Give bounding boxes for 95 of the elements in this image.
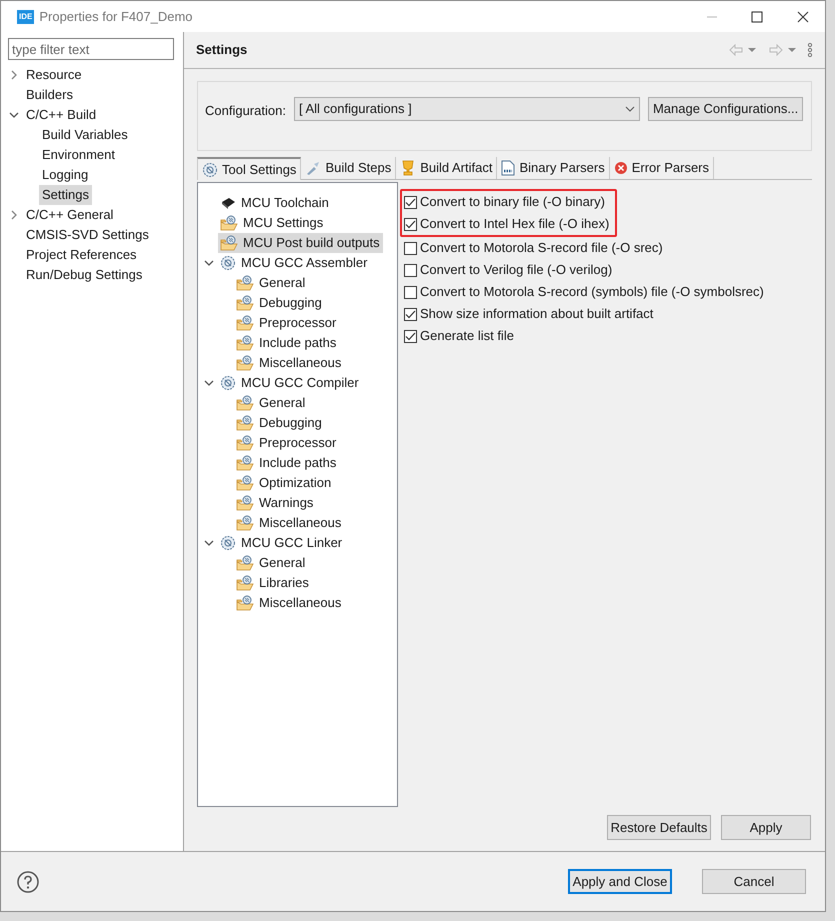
checkbox-label: Convert to Verilog file (-O verilog) <box>420 261 612 280</box>
checkbox[interactable] <box>404 286 417 298</box>
tree-item[interactable]: Settings <box>39 185 92 205</box>
dialog-button[interactable]: Apply <box>721 815 811 840</box>
folder-gear-icon <box>236 315 254 331</box>
gear-icon <box>220 535 236 551</box>
tree-item[interactable]: Project References <box>23 245 140 265</box>
tree-item[interactable]: C/C++ General <box>23 205 116 225</box>
folder-gear-icon <box>236 455 254 471</box>
binary-file-icon <box>501 160 516 176</box>
checkbox-label: Convert to Intel Hex file (-O ihex) <box>420 215 610 234</box>
brush-icon <box>305 160 322 176</box>
dialog-button[interactable]: Cancel <box>702 869 806 894</box>
checkbox-label: Convert to binary file (-O binary) <box>420 193 605 212</box>
tree-item[interactable]: Include paths <box>234 333 340 353</box>
close-icon[interactable] <box>797 10 809 22</box>
check-icon <box>405 332 416 340</box>
error-icon <box>614 161 628 175</box>
tree-item[interactable]: C/C++ Build <box>23 105 100 125</box>
checkbox[interactable] <box>404 218 417 230</box>
trophy-icon <box>400 160 416 176</box>
checkbox-label: Show size information about built artifact <box>420 305 654 324</box>
checkbox-label: Convert to Motorola S-record (symbols) file (-O symbolsrec) <box>420 283 764 302</box>
tree-item[interactable]: Include paths <box>234 453 340 473</box>
tree-item[interactable]: MCU Post build outputs <box>218 233 383 253</box>
folder-gear-icon <box>236 415 254 431</box>
tree-item[interactable]: Miscellaneous <box>234 593 344 613</box>
folder-gear-icon <box>236 555 254 571</box>
filter-field[interactable]: type filter text <box>8 38 174 60</box>
help-icon[interactable] <box>17 870 39 892</box>
tree-item[interactable]: Builders <box>23 85 76 105</box>
more-options-icon[interactable] <box>807 43 813 57</box>
folder-gear-icon <box>236 515 254 531</box>
checkbox[interactable] <box>404 242 417 254</box>
folder-gear-icon <box>236 475 254 491</box>
configuration-dropdown[interactable]: [ All configurations ] <box>294 97 640 121</box>
tree-item[interactable]: Warnings <box>234 493 316 513</box>
checkbox-label: Convert to Motorola S-record file (-O srec) <box>420 239 663 258</box>
tree-item[interactable]: General <box>234 553 308 573</box>
tree-item[interactable]: Environment <box>39 145 118 165</box>
tree-item[interactable]: General <box>234 273 308 293</box>
window-title: Properties for F407_Demo <box>39 8 193 26</box>
maximize-icon[interactable] <box>751 10 763 22</box>
folder-gear-icon <box>236 395 254 411</box>
checkbox[interactable] <box>404 264 417 276</box>
check-icon <box>405 198 416 206</box>
checkbox-label: Generate list file <box>420 327 514 346</box>
page-title: Settings <box>196 41 248 60</box>
app-icon: IDE <box>17 10 34 24</box>
tree-item[interactable]: Miscellaneous <box>234 513 344 533</box>
check-icon <box>405 310 416 318</box>
gear-icon <box>220 255 236 271</box>
tree-item[interactable]: Logging <box>39 165 92 185</box>
folder-gear-icon <box>236 275 254 291</box>
tree-item[interactable]: MCU Settings <box>218 213 326 233</box>
checkbox[interactable] <box>404 308 417 320</box>
tree-item[interactable]: Preprocessor <box>234 433 340 453</box>
tree-item[interactable]: Debugging <box>234 293 325 313</box>
chip-icon <box>220 196 236 210</box>
folder-gear-icon <box>236 595 254 611</box>
tree-item[interactable]: Optimization <box>234 473 334 493</box>
gear-icon <box>202 162 218 178</box>
folder-gear-icon <box>236 575 254 591</box>
tree-item[interactable]: Preprocessor <box>234 313 340 333</box>
folder-gear-icon <box>236 295 254 311</box>
check-icon <box>405 220 416 228</box>
folder-gear-icon <box>236 355 254 371</box>
tab[interactable]: Tool Settings <box>197 157 302 180</box>
tree-item[interactable]: Libraries <box>234 573 312 593</box>
folder-gear-icon <box>220 215 238 231</box>
folder-gear-icon <box>236 495 254 511</box>
tab[interactable]: Error Parsers <box>610 157 714 179</box>
dialog-button[interactable]: Restore Defaults <box>607 815 711 840</box>
dialog-button[interactable]: Apply and Close <box>568 869 672 894</box>
folder-gear-icon <box>220 235 238 251</box>
tree-item[interactable]: CMSIS-SVD Settings <box>23 225 152 245</box>
forward-arrow-icon[interactable] <box>769 44 797 56</box>
tree-item[interactable]: Build Variables <box>39 125 131 145</box>
tree-item[interactable]: Miscellaneous <box>234 353 344 373</box>
tree-item[interactable]: Debugging <box>234 413 325 433</box>
tree-item[interactable]: Resource <box>23 65 85 85</box>
tree-item[interactable]: General <box>234 393 308 413</box>
configuration-label: Configuration: <box>205 102 286 120</box>
tree-item[interactable]: MCU GCC Compiler <box>218 373 362 393</box>
back-arrow-icon[interactable] <box>729 44 757 56</box>
tree-item[interactable]: MCU GCC Linker <box>218 533 346 553</box>
manage-configurations-button[interactable]: Manage Configurations... <box>648 97 804 121</box>
tree-item[interactable]: MCU GCC Assembler <box>218 253 370 273</box>
checkbox[interactable] <box>404 330 417 342</box>
folder-gear-icon <box>236 435 254 451</box>
folder-gear-icon <box>236 335 254 351</box>
tree-item[interactable]: MCU Toolchain <box>218 193 332 213</box>
checkbox[interactable] <box>404 196 417 208</box>
tree-item[interactable]: Run/Debug Settings <box>23 265 146 285</box>
gear-icon <box>220 375 236 391</box>
